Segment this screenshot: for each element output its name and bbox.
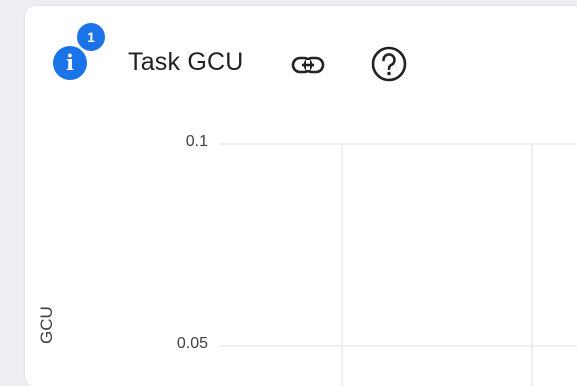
gcu-chart (220, 143, 577, 386)
y-axis-label: GCU (37, 306, 56, 344)
y-tick-label: 0.05 (176, 335, 208, 352)
y-tick-label: 0.1 (185, 133, 208, 150)
task-gcu-card: i 1 Task GCU GCU 0.1 0.05 (25, 6, 577, 386)
